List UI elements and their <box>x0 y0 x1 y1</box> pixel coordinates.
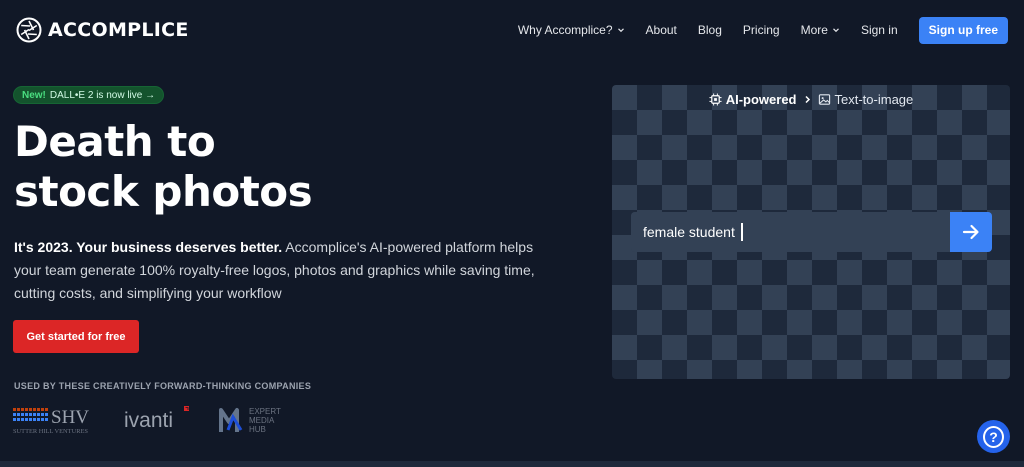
used-by-heading: USED BY THESE CREATIVELY FORWARD-THINKIN… <box>14 381 312 391</box>
sign-up-button[interactable]: Sign up free <box>918 16 1008 44</box>
hero-title-line-1: Death to <box>14 117 216 166</box>
brand-logo[interactable]: ACCOMPLICE <box>16 16 189 44</box>
help-button[interactable]: ? <box>977 420 1010 453</box>
badge-text: DALL•E 2 is now live → <box>49 89 156 101</box>
announcement-badge[interactable]: New! DALL•E 2 is now live → <box>13 86 165 104</box>
hero-title: Death to stock photos <box>14 117 374 217</box>
brand-name: ACCOMPLICE <box>48 19 189 41</box>
nav-item-label: Sign in <box>860 23 898 37</box>
nav-item-label: More <box>800 23 828 37</box>
arrow-right-icon <box>962 224 979 240</box>
nav-links: Why Accomplice? About Blog Pricing More … <box>518 16 1008 44</box>
hero-description-strong: It's 2023. Your business deserves better… <box>14 239 283 255</box>
hero-title-line-2: stock photos <box>14 167 313 216</box>
nav-item-label: Blog <box>697 23 722 37</box>
emh-line-3: HUB <box>249 425 266 434</box>
hero-description: It's 2023. Your business deserves better… <box>14 236 554 305</box>
prompt-input[interactable] <box>631 212 950 252</box>
aperture-logo-icon <box>16 17 42 43</box>
get-started-button[interactable]: Get started for free <box>13 320 139 353</box>
top-navigation: ACCOMPLICE Why Accomplice? About Blog Pr… <box>0 0 1024 60</box>
nav-item-pricing[interactable]: Pricing <box>743 23 780 37</box>
prompt-bar <box>631 212 992 252</box>
emh-line-2: MEDIA <box>249 416 275 425</box>
next-section-edge <box>0 461 1024 467</box>
image-icon <box>818 93 830 105</box>
text-caret <box>741 223 743 241</box>
breadcrumb-ai-powered: AI-powered <box>725 91 797 107</box>
nav-item-blog[interactable]: Blog <box>698 23 722 37</box>
emh-line-1: EXPERT <box>249 407 281 416</box>
generate-submit-button[interactable] <box>950 212 992 252</box>
expert-media-hub-logo: EXPERT MEDIA HUB <box>219 407 281 434</box>
chevron-down-icon <box>833 28 839 33</box>
page: ACCOMPLICE Why Accomplice? About Blog Pr… <box>0 0 1024 467</box>
ivanti-logo: ivanti <box>124 406 189 432</box>
shv-subtitle: SUTTER HILL VENTURES <box>13 428 88 435</box>
cpu-chip-icon <box>709 92 722 106</box>
demo-breadcrumb: AI-powered Text-to-image <box>612 90 1010 108</box>
nav-item-label: Pricing <box>742 23 780 37</box>
chevron-right-icon <box>804 95 810 103</box>
breadcrumb-text-to-image: Text-to-image <box>834 91 914 107</box>
question-mark-icon: ? <box>983 425 1004 448</box>
nav-item-label: About <box>645 23 677 37</box>
nav-item-label: Why Accomplice? <box>517 23 613 37</box>
text-to-image-demo: AI-powered Text-to-image <box>612 85 1010 379</box>
nav-item-more[interactable]: More <box>801 23 840 37</box>
badge-new-label: New! <box>22 89 46 101</box>
nav-item-about[interactable]: About <box>646 23 677 37</box>
nav-item-why-accomplice[interactable]: Why Accomplice? <box>518 23 625 37</box>
ivanti-wordmark: ivanti <box>124 409 173 432</box>
shv-wordmark: SHV <box>51 407 89 428</box>
sign-in-link[interactable]: Sign in <box>861 23 898 37</box>
chevron-down-icon <box>617 28 624 33</box>
shv-logo: SHV SUTTER HILL VENTURES <box>13 407 89 435</box>
